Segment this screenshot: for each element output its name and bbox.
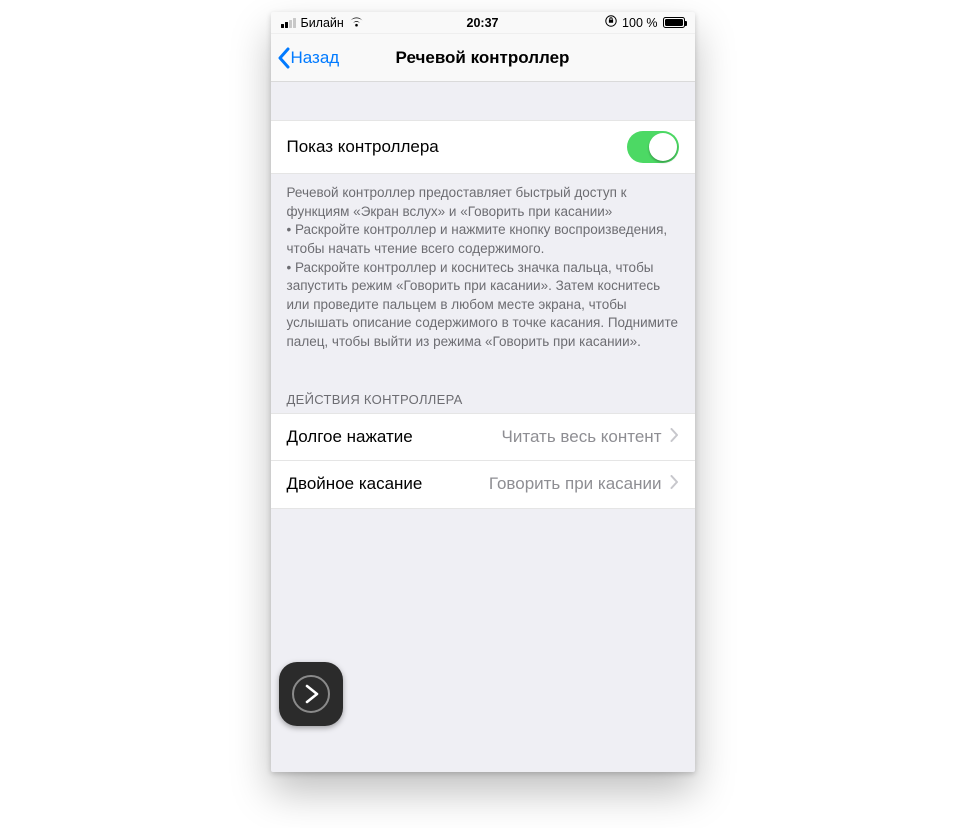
speech-controller-ring xyxy=(292,675,330,713)
status-bar: Билайн 20:37 100 % xyxy=(271,12,695,34)
chevron-left-icon xyxy=(277,47,291,69)
back-label: Назад xyxy=(291,48,340,68)
show-controller-row: Показ контроллера xyxy=(271,120,695,174)
show-controller-label: Показ контроллера xyxy=(287,137,439,157)
show-controller-switch[interactable] xyxy=(627,131,679,163)
long-press-label: Долгое нажатие xyxy=(287,427,413,447)
long-press-action-row[interactable]: Долгое нажатие Читать весь контент xyxy=(271,413,695,461)
controller-actions-group: Долгое нажатие Читать весь контент Двойн… xyxy=(271,413,695,509)
battery-icon xyxy=(663,17,685,28)
controller-actions-header: ДЕЙСТВИЯ КОНТРОЛЛЕРА xyxy=(271,374,695,413)
double-tap-action-row[interactable]: Двойное касание Говорить при касании xyxy=(271,461,695,509)
double-tap-value: Говорить при касании xyxy=(422,474,661,494)
double-tap-label: Двойное касание xyxy=(287,474,423,494)
settings-content: Показ контроллера Речевой контроллер пре… xyxy=(271,82,695,509)
chevron-right-icon xyxy=(304,684,320,704)
back-button[interactable]: Назад xyxy=(271,47,340,69)
clock: 20:37 xyxy=(271,16,695,30)
chevron-right-icon xyxy=(670,474,679,494)
chevron-right-icon xyxy=(670,427,679,447)
controller-description: Речевой контроллер предоставляет быстрый… xyxy=(271,174,695,374)
long-press-value: Читать весь контент xyxy=(413,427,662,447)
speech-controller-floating-button[interactable] xyxy=(279,662,343,726)
iphone-screen: Билайн 20:37 100 % Назад xyxy=(271,12,695,772)
nav-bar: Назад Речевой контроллер xyxy=(271,34,695,82)
